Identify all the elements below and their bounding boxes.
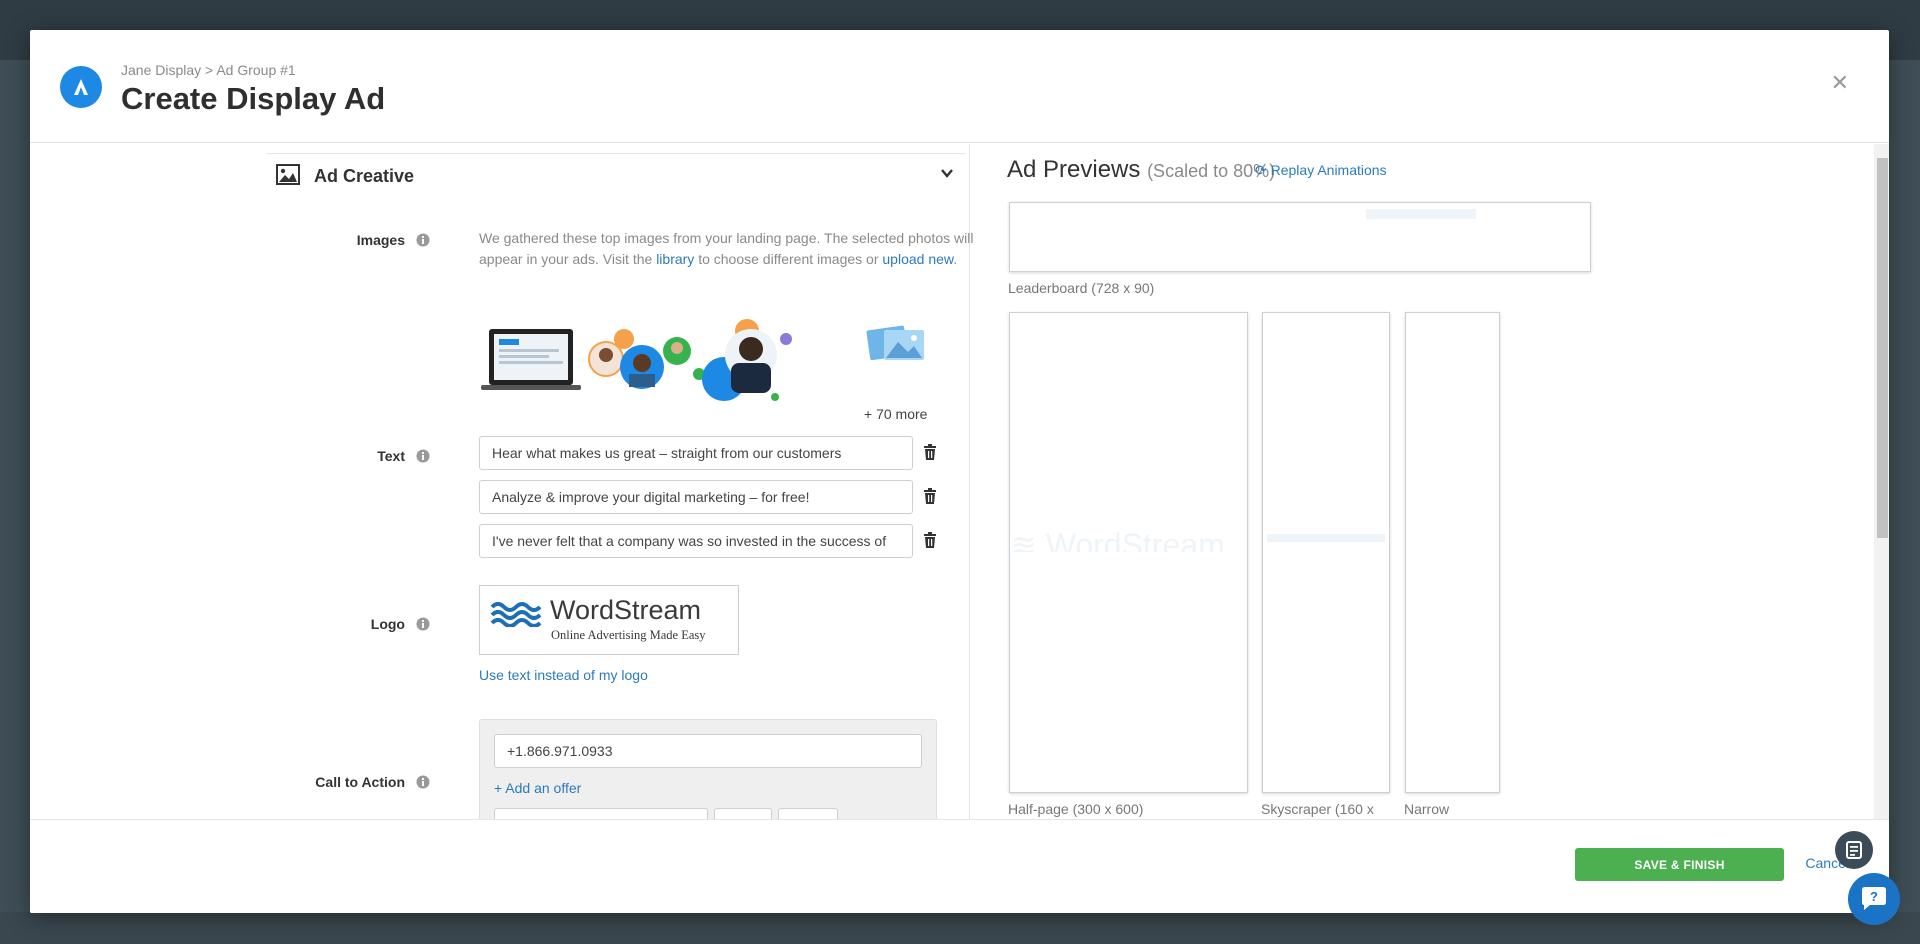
ad-previews-title: Ad Previews (Scaled to 80%) xyxy=(1007,156,1276,183)
more-images-count[interactable]: + 70 more xyxy=(864,406,927,422)
chevron-down-icon[interactable] xyxy=(940,166,954,180)
logo-preview[interactable]: WordStream Online Advertising Made Easy xyxy=(479,585,739,655)
refresh-icon: ⟳ xyxy=(1255,162,1267,178)
create-display-ad-modal: Jane Display > Ad Group #1 Create Displa… xyxy=(30,30,1889,913)
help-chat-button[interactable]: ? xyxy=(1848,873,1900,925)
faded-logo-text: ≋ WordStream xyxy=(1010,527,1225,552)
info-icon[interactable] xyxy=(416,775,430,789)
faded-logo xyxy=(1366,209,1476,219)
replay-animations-button[interactable]: ⟳ Replay Animations xyxy=(1255,162,1387,179)
background-app-footer xyxy=(0,912,1920,944)
use-text-instead-link[interactable]: Use text instead of my logo xyxy=(479,667,648,683)
faded-logo xyxy=(1267,534,1385,542)
call-to-action-box: +1.866.971.0933 + Add an offer xyxy=(479,719,937,819)
ad-previews-panel: Ad Previews (Scaled to 80%) ⟳ Replay Ani… xyxy=(970,144,1889,819)
modal-header: Jane Display > Ad Group #1 Create Displa… xyxy=(30,30,1889,143)
offer-field[interactable] xyxy=(714,808,772,819)
info-icon[interactable] xyxy=(416,233,430,247)
document-icon xyxy=(1846,841,1862,859)
images-help-text: We gathered these top images from your l… xyxy=(479,230,974,267)
half-page-preview[interactable]: ≋ WordStream xyxy=(1009,312,1248,793)
narrow-caption: Narrow xyxy=(1404,801,1450,817)
preview-scrollbar[interactable] xyxy=(1874,144,1889,819)
save-and-finish-button[interactable]: SAVE & FINISH xyxy=(1575,848,1784,881)
logo-brand-name: WordStream xyxy=(550,595,702,625)
text-label: Text xyxy=(377,448,405,464)
modal-footer: SAVE & FINISH Cancel xyxy=(30,819,1889,913)
trash-icon[interactable] xyxy=(923,532,937,548)
library-link[interactable]: library xyxy=(656,251,694,267)
skyscraper-preview[interactable] xyxy=(1262,312,1390,793)
phone-input[interactable]: +1.866.971.0933 xyxy=(494,734,922,768)
text-line-input[interactable]: Analyze & improve your digital marketing… xyxy=(479,480,913,514)
selected-images-strip[interactable] xyxy=(479,319,839,403)
add-offer-link[interactable]: + Add an offer xyxy=(494,780,581,796)
offer-field[interactable] xyxy=(494,808,708,819)
leaderboard-preview[interactable] xyxy=(1009,202,1591,272)
ad-creative-panel: Ad Creative Images We gathered these top… xyxy=(266,144,973,819)
ad-creative-section-header[interactable]: Ad Creative xyxy=(266,153,966,196)
wordstream-waves-icon xyxy=(490,602,542,627)
close-icon[interactable]: ✕ xyxy=(1831,70,1849,96)
section-title: Ad Creative xyxy=(314,166,415,186)
logo-label: Logo xyxy=(370,616,405,632)
call-to-action-label: Call to Action xyxy=(315,774,405,790)
images-label: Images xyxy=(356,232,405,248)
logo-tagline: Online Advertising Made Easy xyxy=(551,628,706,642)
info-icon[interactable] xyxy=(416,449,430,463)
text-line-input[interactable]: Hear what makes us great – straight from… xyxy=(479,436,913,470)
narrow-preview[interactable] xyxy=(1405,312,1500,793)
upload-new-link[interactable]: upload new xyxy=(882,251,953,267)
half-page-caption: Half-page (300 x 600) xyxy=(1008,801,1144,817)
modal-body: Ad Creative Images We gathered these top… xyxy=(30,144,1889,819)
page-title: Create Display Ad xyxy=(121,81,386,116)
breadcrumb[interactable]: Jane Display > Ad Group #1 xyxy=(121,62,296,78)
app-logo-icon xyxy=(60,66,102,108)
scroll-thumb[interactable] xyxy=(1877,158,1888,538)
skyscraper-caption: Skyscraper (160 x xyxy=(1261,801,1374,817)
help-chat-icon: ? xyxy=(1862,887,1886,910)
svg-text:?: ? xyxy=(1870,889,1878,904)
text-line-input[interactable]: I've never felt that a company was so in… xyxy=(479,524,913,558)
feedback-button[interactable] xyxy=(1835,831,1873,869)
leaderboard-caption: Leaderboard (728 x 90) xyxy=(1008,280,1155,296)
trash-icon[interactable] xyxy=(923,444,937,460)
offer-field[interactable] xyxy=(778,808,838,819)
image-icon xyxy=(276,164,300,185)
info-icon[interactable] xyxy=(416,617,430,631)
more-images-icon[interactable] xyxy=(866,322,926,362)
trash-icon[interactable] xyxy=(923,488,937,504)
